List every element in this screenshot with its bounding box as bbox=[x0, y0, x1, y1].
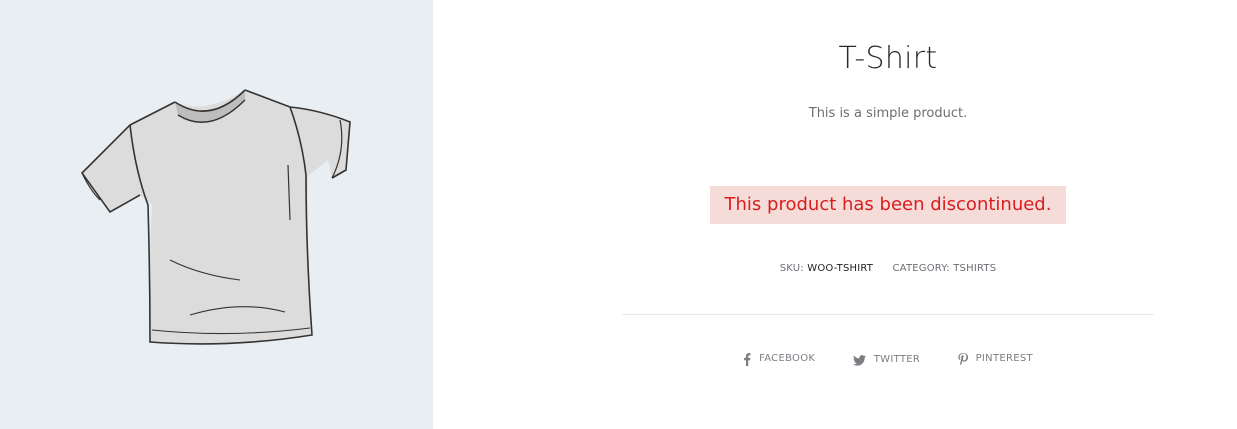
discontinued-notice: This product has been discontinued. bbox=[710, 186, 1066, 224]
twitter-icon bbox=[852, 354, 866, 366]
sku-label: SKU: bbox=[779, 263, 804, 274]
category-label: CATEGORY: bbox=[892, 263, 950, 274]
product-image[interactable] bbox=[70, 80, 360, 350]
product-title: T-Shirt bbox=[838, 41, 938, 76]
share-label: FACEBOOK bbox=[759, 353, 816, 364]
product-page: T-Shirt This is a simple product. This p… bbox=[0, 0, 1237, 429]
share-twitter[interactable]: TWITTER bbox=[852, 352, 921, 368]
product-short-description: This is a simple product. bbox=[808, 106, 968, 121]
share-label: TWITTER bbox=[873, 354, 921, 365]
category-link[interactable]: TSHIRTS bbox=[953, 263, 996, 274]
share-label: PINTEREST bbox=[975, 353, 1033, 364]
share-facebook[interactable]: FACEBOOK bbox=[743, 351, 815, 367]
product-gallery bbox=[0, 0, 433, 429]
share-pinterest[interactable]: PINTEREST bbox=[957, 351, 1033, 367]
pinterest-icon bbox=[957, 352, 968, 365]
facebook-icon bbox=[744, 352, 751, 366]
product-summary: T-Shirt This is a simple product. This p… bbox=[433, 0, 1237, 429]
category-wrapper: CATEGORY: TSHIRTS bbox=[893, 262, 997, 276]
product-meta: SKU: WOO-TSHIRT CATEGORY: TSHIRTS bbox=[433, 262, 1237, 276]
share-links: FACEBOOK TWITTER PINTEREST bbox=[433, 351, 1237, 372]
divider bbox=[622, 314, 1154, 315]
sku-wrapper: SKU: WOO-TSHIRT bbox=[780, 262, 873, 276]
sku-value: WOO-TSHIRT bbox=[807, 263, 874, 274]
